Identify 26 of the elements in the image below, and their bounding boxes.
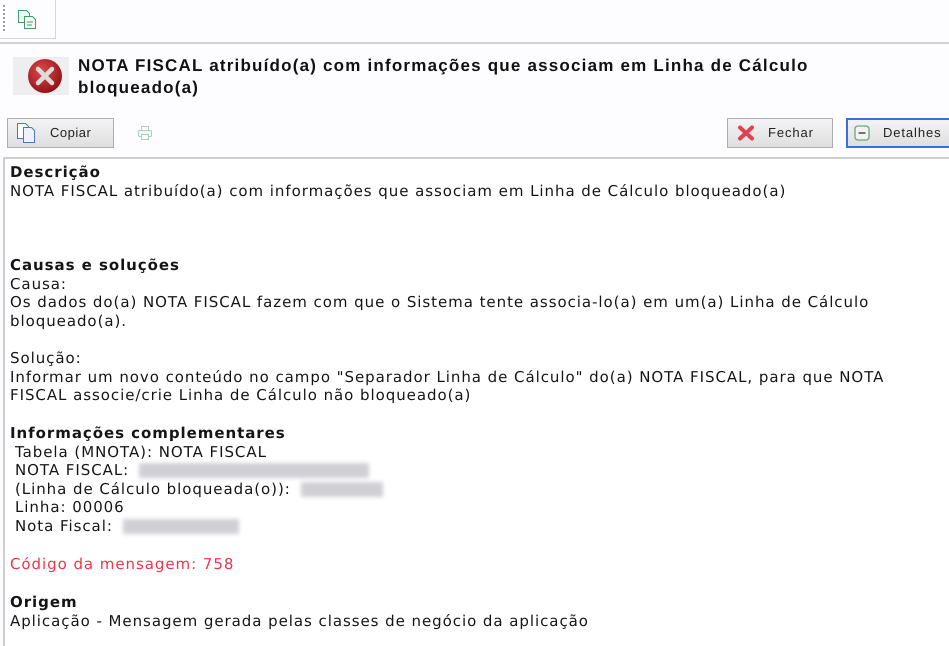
info-line: Linha: 00006 [15,498,125,517]
info-line: NOTA FISCAL: [15,461,130,480]
info-line: Nota Fiscal: [15,516,113,536]
section-heading: Descrição [10,163,102,182]
paragraph-label: Solução: [10,349,83,368]
paragraph-text: NOTA FISCAL atribuído(a) com informações que associam em Linha de Cálculo bloqueado(a) [10,182,788,200]
details-button[interactable]: Detalhes [846,118,949,148]
documents-icon[interactable] [17,8,38,30]
info-line: Tabela (MNOTA): NOTA FISCAL [15,442,267,462]
paragraph-text: Aplicação - Mensagem gerada pelas classes de negócio da aplicação [10,612,590,630]
message-title: NOTA FISCAL atribuído(a) com informações que associam em Linha de Cálculo bloqueado(a) [78,55,810,99]
error-icon [13,57,69,95]
info-line: (Linha de Cálculo bloqueada(o)): [15,480,291,498]
close-button[interactable]: Fechar [727,118,833,148]
section-heading: Causas e soluções [10,256,181,275]
grip-icon[interactable] [3,4,6,34]
paragraph-text: Os dados do(a) NOTA FISCAL fazem com que o Sistema tente associa-lo(a) em um(a) Linha de Cálculo bloqueado(a). [10,293,870,331]
collapse-icon [854,125,870,141]
section-heading: Origem [10,593,79,612]
close-icon [737,125,755,141]
message-code: Código da mensagem: 758 [10,554,236,574]
section-heading: Informações complementares [10,424,287,443]
documents-icon [16,122,36,144]
copy-button[interactable]: Copiar [7,118,114,148]
paragraph-label: Causa: [10,274,68,294]
paragraph-text: Informar um novo conteúdo no campo "Separador Linha de Cálculo" do(a) NOTA FISCAL, para que NOTA FISCAL associe/crie Linha de Cálculo não bloqueado(a) [10,368,886,405]
